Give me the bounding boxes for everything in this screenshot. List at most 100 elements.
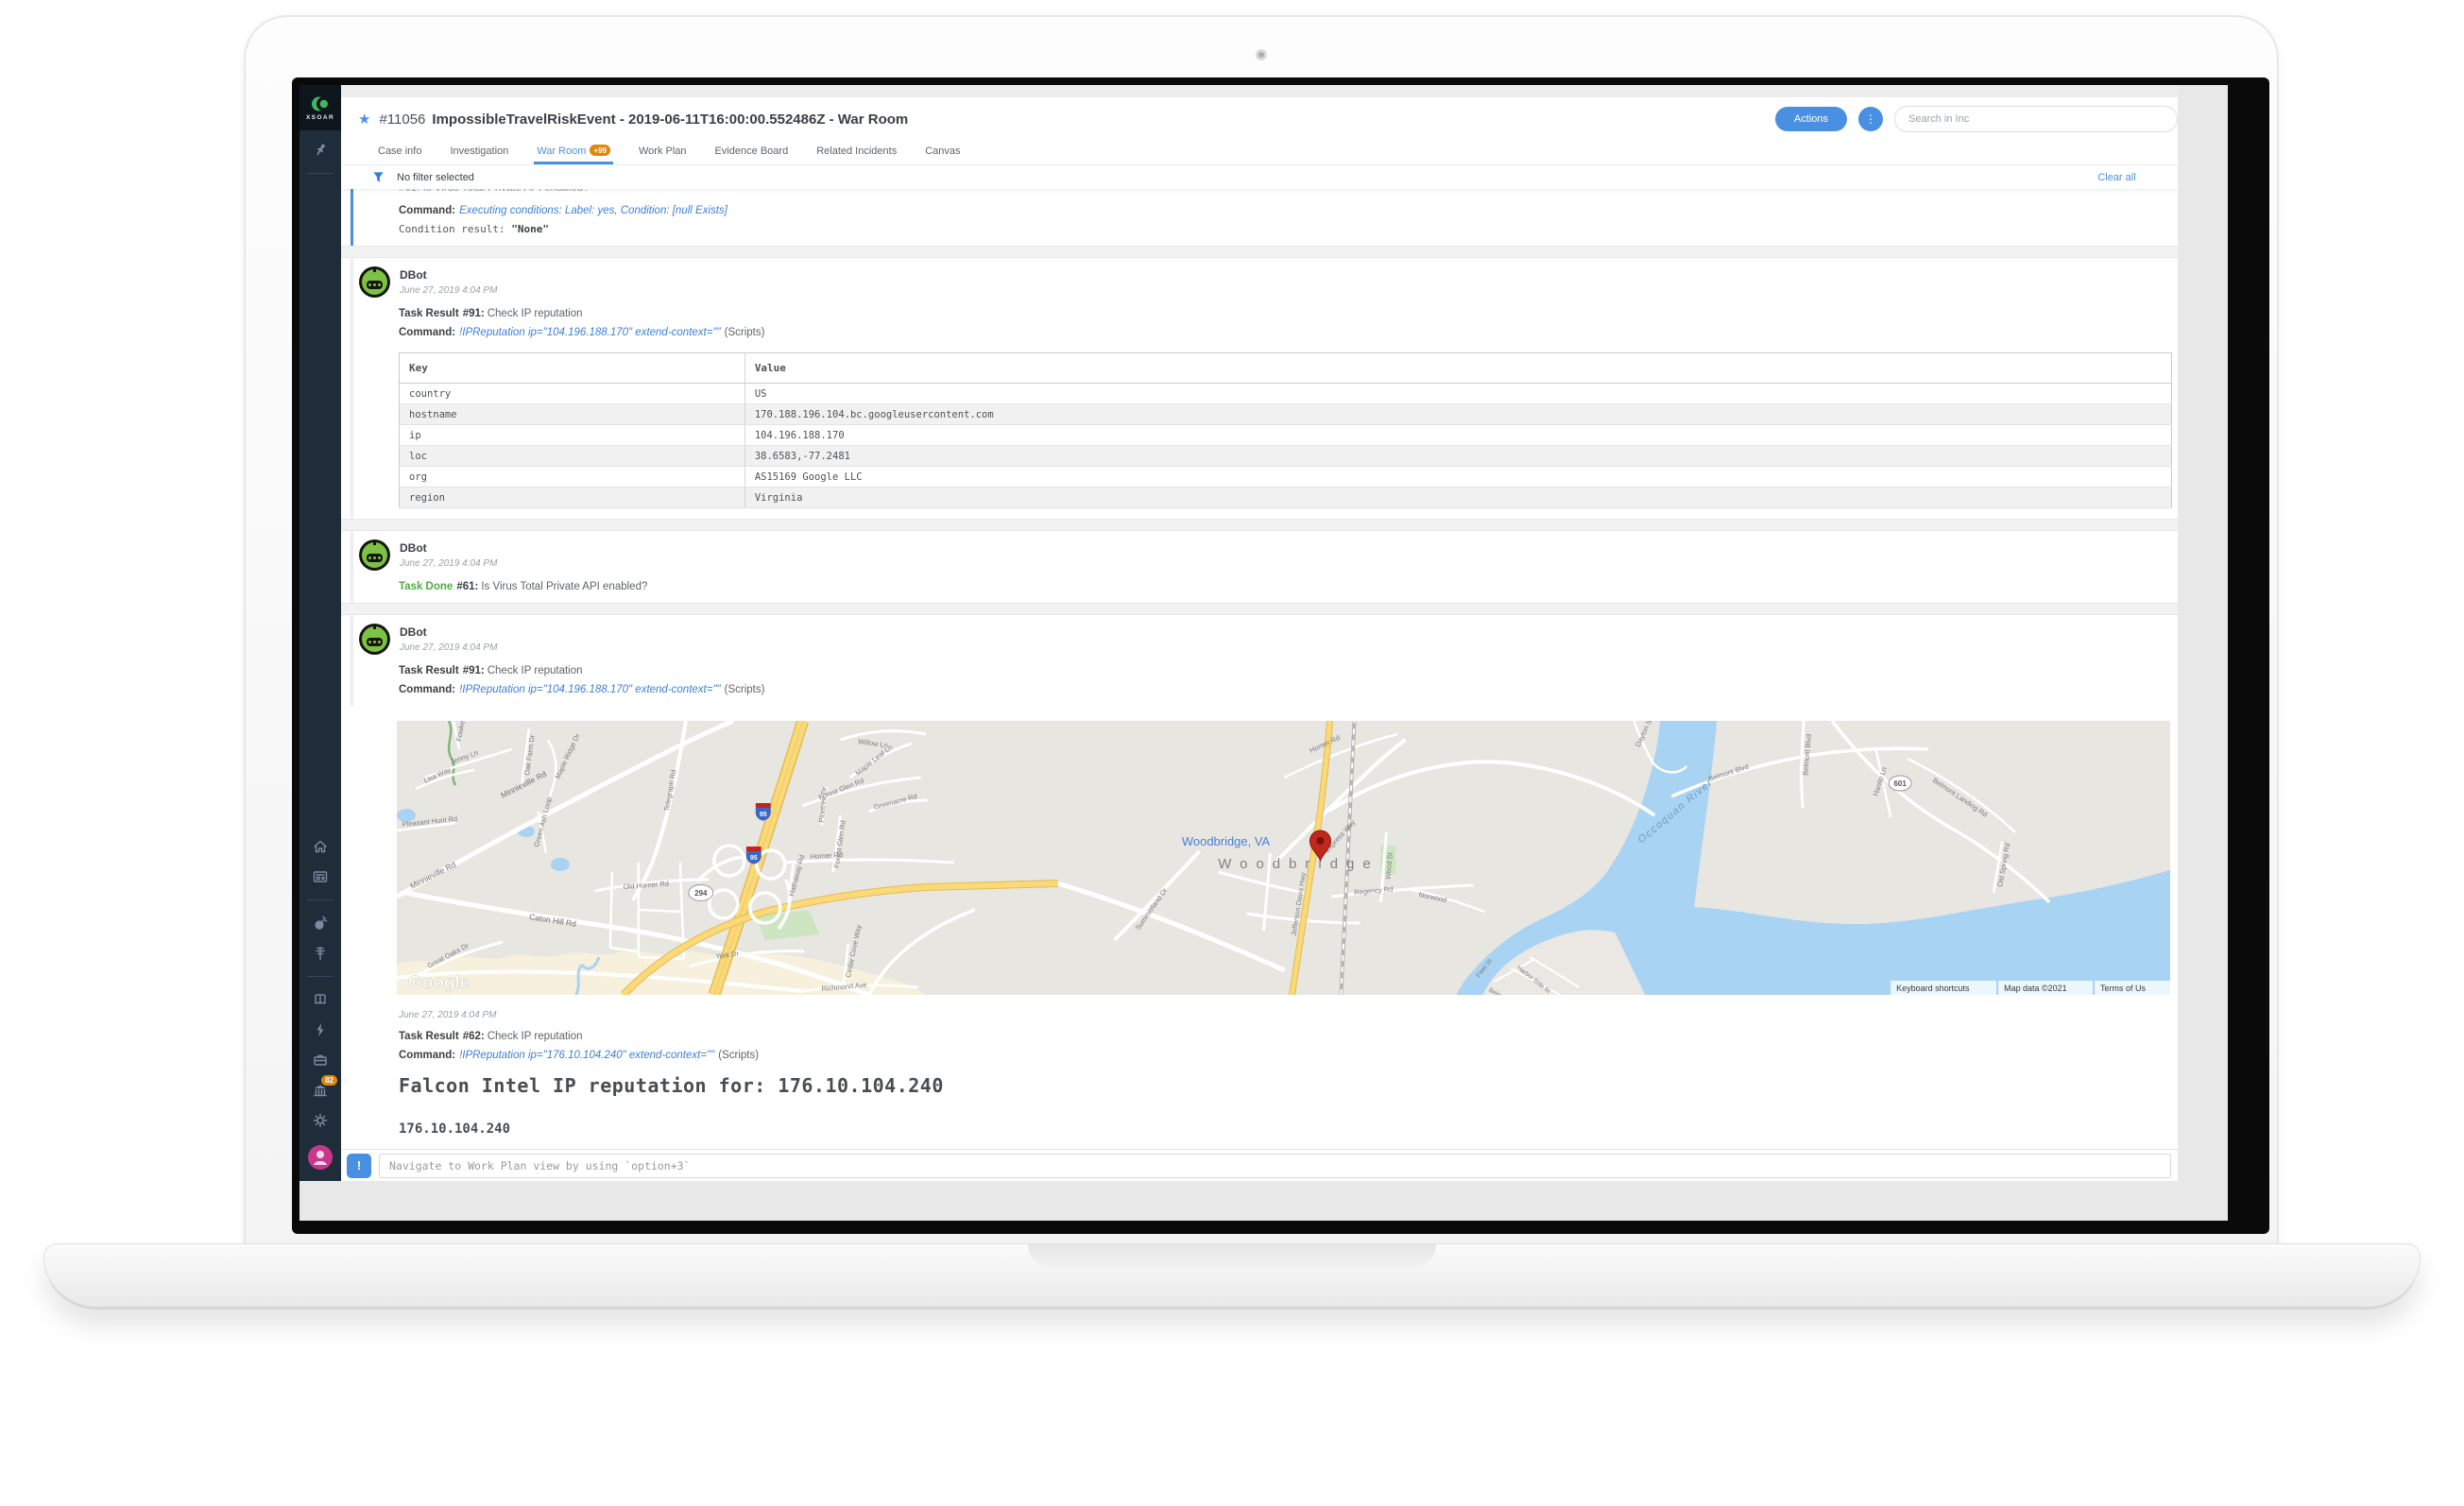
sidebar: XSOAR <box>299 85 341 1181</box>
sidebar-divider <box>307 173 334 174</box>
table-row: loc38.6583,-77.2481 <box>400 446 2172 467</box>
war-room-entry: Task Result#62:Check IP reputation Comma… <box>399 1031 2170 1149</box>
city-label: Woodbridge <box>1218 856 1378 872</box>
kebab-menu-button[interactable]: ⋮ <box>1858 107 1883 131</box>
page-background-strip <box>341 85 2178 97</box>
sidebar-divider <box>307 899 334 900</box>
task-result-line: Task Result#91:Check IP reputation <box>399 308 2172 319</box>
condition-result: Condition result: "None" <box>399 223 2178 235</box>
command-mode-button[interactable]: ! <box>347 1154 371 1178</box>
dbot-avatar <box>359 624 390 655</box>
filter-funnel-icon[interactable] <box>372 171 385 183</box>
table-row: hostname170.188.196.104.bc.googleusercon… <box>400 404 2172 425</box>
falcon-bullets: Type: ip_address Last update: Unknown <box>423 1148 2170 1149</box>
war-room-entry: DBot June 27, 2019 4:04 PM Task Done#61:… <box>351 531 2178 603</box>
command-link[interactable]: !IPReputation ip="104.196.188.170" exten… <box>459 327 721 338</box>
column-header-key: Key <box>400 353 745 384</box>
city-state-label: Woodbridge, VA <box>1182 834 1271 848</box>
bullet-type: Type: ip_address <box>423 1148 2170 1149</box>
tab-case-info[interactable]: Case info <box>378 145 421 164</box>
keyboard-shortcuts-link[interactable]: Keyboard shortcuts <box>1896 984 1970 993</box>
organization-icon[interactable]: 82 <box>312 1082 329 1099</box>
command-line: Command:!IPReputation ip="104.196.188.17… <box>399 327 2172 338</box>
table-row: orgAS15169 Google LLC <box>400 467 2172 488</box>
automation-icon[interactable] <box>312 1021 329 1038</box>
page-title: ImpossibleTravelRiskEvent - 2019-06-11T1… <box>432 111 908 128</box>
falcon-heading: Falcon Intel IP reputation for: 176.10.1… <box>399 1074 2170 1097</box>
task-result-line: Task Result#91:Check IP reputation <box>399 665 2172 676</box>
war-room-feed[interactable]: #61: Is Virus Total Private API enabled?… <box>341 189 2178 1149</box>
war-room-entry-partial: #61: Is Virus Total Private API enabled?… <box>351 189 2178 246</box>
command-line: Command:!IPReputation ip="104.196.188.17… <box>399 684 2172 695</box>
author-name: DBot <box>400 266 497 282</box>
entry-separator <box>341 519 2178 531</box>
command-link[interactable]: Executing conditions: Label: yes, Condit… <box>459 205 727 216</box>
war-room-entry: DBot June 27, 2019 4:04 PM Task Result#9… <box>351 615 2178 706</box>
laptop-lid: XSOAR <box>244 15 2279 1245</box>
search-input[interactable] <box>1894 106 2178 132</box>
laptop-screen: XSOAR <box>292 77 2269 1234</box>
tab-related-incidents[interactable]: Related Incidents <box>816 145 897 164</box>
playbook-icon[interactable] <box>312 991 329 1008</box>
header-actions: Actions ⋮ <box>1775 106 2178 132</box>
map-embed[interactable]: 95 95 294 <box>397 721 2170 995</box>
ip-reputation-table: Key Value countryUS hostname170.188.196.… <box>399 352 2172 508</box>
chat-input-bar: ! <box>341 1149 2178 1181</box>
tab-bar: Case info Investigation War Room+99 Work… <box>341 141 2178 165</box>
actions-button[interactable]: Actions <box>1775 107 1847 131</box>
map-attribution: Keyboard shortcuts Map data ©2021 Terms … <box>1891 981 2170 995</box>
filter-bar: No filter selected Clear all Add to Sa <box>341 165 2178 189</box>
table-row: countryUS <box>400 384 2172 404</box>
tab-war-room[interactable]: War Room+99 <box>537 145 610 165</box>
dashboard-icon[interactable] <box>312 868 329 885</box>
author-name: DBot <box>400 624 497 639</box>
incident-id: #11056 <box>379 111 425 128</box>
map-data-label: Map data ©2021 <box>2004 984 2067 993</box>
svg-text:601: 601 <box>1893 779 1907 788</box>
timestamp: June 27, 2019 4:04 PM <box>400 285 497 296</box>
tab-evidence-board[interactable]: Evidence Board <box>715 145 789 164</box>
chat-input[interactable] <box>379 1154 2171 1178</box>
signpost-icon[interactable] <box>312 945 329 962</box>
main-panel: ★ #11056 ImpossibleTravelRiskEvent - 201… <box>341 85 2178 1181</box>
xsoar-logo-icon <box>311 94 330 113</box>
filter-links: Clear all Add to Sa <box>2097 172 2178 183</box>
war-room-badge: +99 <box>590 145 610 156</box>
tab-investigation[interactable]: Investigation <box>450 145 508 164</box>
svg-text:294: 294 <box>694 889 708 898</box>
thumbtack-icon[interactable] <box>312 142 329 159</box>
screen-display: XSOAR <box>299 85 2228 1221</box>
table-row: regionVirginia <box>400 488 2172 508</box>
filter-status-text: No filter selected <box>397 172 474 183</box>
xsoar-app: XSOAR <box>299 85 2178 1181</box>
clear-all-link[interactable]: Clear all <box>2097 172 2135 183</box>
camera-dot <box>1256 49 1267 60</box>
laptop-base <box>43 1243 2421 1309</box>
google-map: 95 95 294 <box>397 721 2170 995</box>
user-avatar[interactable] <box>308 1145 333 1170</box>
incident-header: ★ #11056 ImpossibleTravelRiskEvent - 201… <box>341 97 2178 141</box>
column-header-value: Value <box>744 353 2171 384</box>
jobs-icon[interactable] <box>312 1052 329 1069</box>
favorite-star-icon[interactable]: ★ <box>358 111 370 128</box>
command-line: Command:!IPReputation ip="176.10.104.240… <box>399 1050 2170 1061</box>
settings-gear-icon[interactable] <box>312 1112 329 1129</box>
dbot-avatar <box>359 266 390 298</box>
table-row: ip104.196.188.170 <box>400 425 2172 446</box>
org-badge: 82 <box>321 1075 337 1086</box>
war-room-entry: DBot June 27, 2019 4:04 PM Task Result#9… <box>351 258 2178 519</box>
tab-work-plan[interactable]: Work Plan <box>639 145 687 164</box>
xsoar-logo[interactable]: XSOAR <box>299 85 341 130</box>
home-icon[interactable] <box>312 838 329 855</box>
google-logo: Google <box>408 973 470 993</box>
tab-canvas[interactable]: Canvas <box>925 145 960 164</box>
task-done-line: Task Done#61:Is Virus Total Private API … <box>399 581 2172 592</box>
laptop-hinge-notch <box>1028 1244 1436 1267</box>
terms-link[interactable]: Terms of Us <box>2100 984 2146 993</box>
command-link[interactable]: !IPReputation ip="176.10.104.240" extend… <box>459 1050 714 1061</box>
timestamp: June 27, 2019 4:04 PM <box>400 558 497 569</box>
entry-separator <box>341 246 2178 258</box>
bomb-icon[interactable] <box>312 915 329 932</box>
svg-text:95: 95 <box>760 812 767 818</box>
command-link[interactable]: !IPReputation ip="104.196.188.170" exten… <box>459 684 721 695</box>
